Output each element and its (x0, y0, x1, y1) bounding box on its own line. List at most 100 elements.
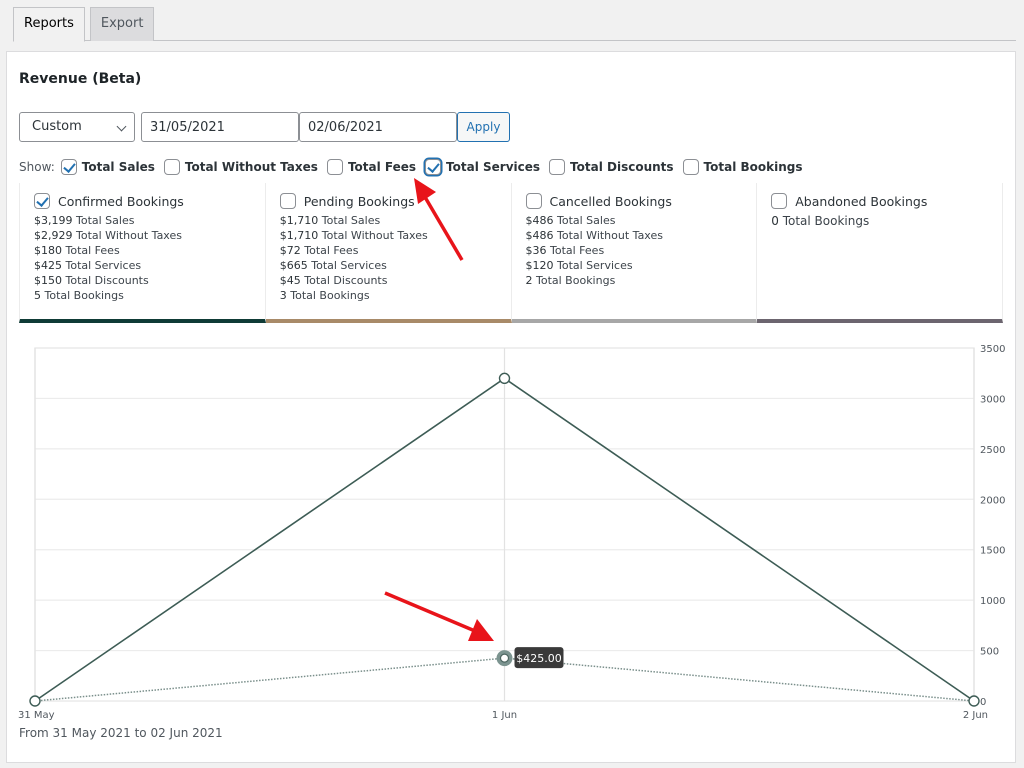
stat-value: $2,929 (34, 229, 73, 242)
show-option-total-services[interactable]: Total Services (425, 159, 540, 175)
show-option-total-without-taxes[interactable]: Total Without Taxes (163, 159, 318, 175)
y-tick-label: 2000 (980, 495, 1005, 506)
checkbox[interactable] (279, 193, 296, 209)
card-title: Pending Bookings (303, 193, 415, 209)
card-stat: 2 Total Bookings (526, 273, 757, 288)
show-label: Show: (19, 160, 55, 174)
card-stat: 0 Total Bookings (771, 213, 1002, 229)
card-stat: $425 Total Services (34, 258, 265, 273)
card-title: Abandoned Bookings (795, 193, 928, 209)
card-toggle[interactable]: Cancelled Bookings (525, 193, 757, 209)
show-option-total-discounts[interactable]: Total Discounts (549, 159, 674, 175)
card-stat: $36 Total Fees (526, 243, 757, 258)
stat-label: Total Sales (553, 214, 616, 227)
card-title: Confirmed Bookings (58, 193, 184, 209)
y-tick-label: 0 (980, 697, 986, 708)
show-option-total-bookings[interactable]: Total Bookings (682, 159, 803, 175)
stat-label: Total Bookings (286, 289, 370, 302)
stat-label: Total Discounts (300, 274, 388, 287)
revenue-panel: Revenue (Beta) Custom Apply Show: Total … (6, 51, 1016, 763)
card-stat: $665 Total Services (280, 258, 511, 273)
option-label: Total Sales (81, 160, 155, 174)
stat-value: $36 (525, 244, 547, 257)
card-toggle[interactable]: Pending Bookings (279, 193, 511, 209)
card-confirmed-bookings: Confirmed Bookings $3,199 Total Sales $2,… (19, 183, 266, 323)
stat-value: 2 (525, 274, 533, 287)
card-stat: $180 Total Fees (34, 243, 265, 258)
option-label: Total Bookings (703, 160, 803, 174)
tab-reports[interactable]: Reports (13, 7, 85, 42)
checkbox[interactable] (34, 193, 50, 209)
checkbox[interactable] (60, 159, 77, 175)
card-toggle[interactable]: Confirmed Bookings (34, 193, 265, 209)
card-stat: $486 Total Sales (526, 213, 757, 228)
stat-value: $1,710 (279, 229, 319, 242)
stat-value: $665 (279, 259, 308, 272)
x-tick-label: 1 Jun (492, 710, 517, 721)
y-tick-label: 3000 (980, 394, 1005, 405)
option-label: Total Fees (347, 160, 417, 174)
stat-value: $150 (34, 274, 62, 287)
card-stat: $1,710 Total Sales (280, 213, 511, 228)
card-stat: 5 Total Bookings (34, 288, 265, 303)
page-title: Revenue (Beta) (19, 71, 142, 87)
date-from-input[interactable] (141, 112, 299, 142)
option-label: Total Without Taxes (184, 160, 318, 174)
card-stats: $486 Total Sales $486 Total Without Taxes… (526, 213, 757, 288)
stat-label: Total Without Taxes (318, 229, 428, 242)
stat-value: $425 (34, 259, 62, 272)
data-point (29, 695, 41, 707)
date-controls: Custom Apply (19, 112, 510, 142)
stat-value: $486 (525, 214, 554, 227)
stat-value: $1,710 (279, 214, 319, 227)
checkbox[interactable] (771, 193, 788, 209)
show-option-total-sales[interactable]: Total Sales (60, 159, 155, 175)
y-tick-label: 2500 (980, 445, 1005, 456)
card-stat: $72 Total Fees (280, 243, 511, 258)
chevron-down-icon (116, 121, 127, 132)
status-cards: Confirmed Bookings $3,199 Total Sales $2,… (19, 183, 1003, 323)
checkbox[interactable] (549, 159, 566, 175)
stat-label: Total Fees (546, 244, 605, 257)
stat-label: Total Without Taxes (72, 229, 182, 242)
card-stat: $45 Total Discounts (280, 273, 511, 288)
stat-label: Total Bookings (532, 274, 616, 287)
stat-value: 5 (34, 289, 41, 302)
card-stats: $1,710 Total Sales $1,710 Total Without T… (280, 213, 511, 303)
date-to-input[interactable] (299, 112, 457, 142)
stat-label: Total Bookings (41, 289, 124, 302)
data-point (968, 695, 980, 707)
stat-label: Total Services (553, 259, 633, 272)
apply-button[interactable]: Apply (457, 112, 510, 142)
y-tick-label: 1000 (980, 596, 1005, 607)
option-label: Total Discounts (570, 160, 674, 174)
stat-value: $180 (34, 244, 62, 257)
data-point (498, 372, 511, 385)
stat-label: Total Sales (72, 214, 135, 227)
card-abandoned-bookings: Abandoned Bookings 0 Total Bookings (757, 183, 1003, 323)
tab-bar: Reports Export (13, 7, 1016, 42)
checkbox[interactable] (682, 159, 699, 175)
card-stat: $150 Total Discounts (34, 273, 265, 288)
stat-value: $3,199 (34, 214, 73, 227)
stat-value: 0 (771, 214, 779, 228)
y-tick-label: 500 (980, 647, 999, 658)
card-stat: $2,929 Total Without Taxes (34, 228, 265, 243)
tooltip-text: $425.00 (516, 652, 562, 665)
checkbox[interactable] (163, 159, 180, 175)
checkbox[interactable] (326, 159, 343, 175)
checkbox[interactable] (525, 193, 542, 209)
checkbox[interactable] (425, 159, 442, 175)
card-toggle[interactable]: Abandoned Bookings (771, 193, 1002, 209)
x-tick-label: 31 May (18, 710, 55, 721)
stat-value: $45 (279, 274, 301, 287)
range-select[interactable]: Custom (19, 112, 135, 142)
card-stats: 0 Total Bookings (771, 213, 1002, 229)
revenue-chart: 0 500 1000 1500 2000 2500 3000 3500 31 May 1 Jun 2… (18, 344, 1005, 721)
show-option-total-fees[interactable]: Total Fees (326, 159, 417, 175)
range-select-value: Custom (32, 119, 82, 134)
tab-export[interactable]: Export (89, 7, 155, 41)
stat-label: Total Without Taxes (553, 229, 663, 242)
card-stat: $486 Total Without Taxes (526, 228, 757, 243)
x-tick-label: 2 Jun (963, 710, 988, 721)
